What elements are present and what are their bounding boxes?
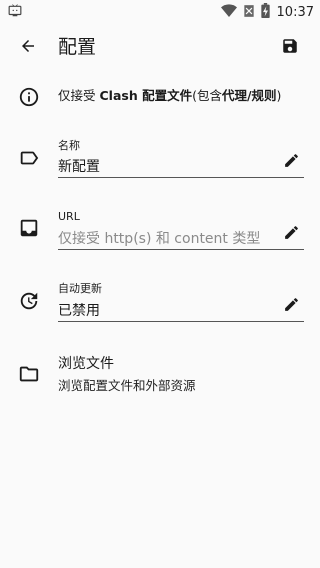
- edit-icon: [283, 152, 300, 173]
- auto-update-field-underline: [58, 321, 304, 322]
- info-bold-proxy-rules: 代理/规则: [221, 88, 277, 103]
- inbox-icon: [17, 216, 41, 240]
- label-icon: [17, 146, 41, 170]
- url-field-label: URL: [58, 210, 80, 223]
- edit-icon: [283, 224, 300, 245]
- folder-icon: [17, 362, 41, 386]
- save-icon: [281, 37, 299, 59]
- back-button[interactable]: [14, 34, 42, 62]
- wifi-icon: [220, 3, 237, 22]
- status-time: 10:37: [276, 4, 314, 20]
- save-button[interactable]: [276, 34, 304, 62]
- page-title: 配置: [58, 36, 97, 58]
- name-field-label: 名称: [58, 139, 80, 152]
- browse-files-subtitle: 浏览配置文件和外部资源: [58, 378, 196, 393]
- url-field-underline: [58, 249, 304, 250]
- status-bar: 10:37: [0, 0, 320, 24]
- info-bold-config: Clash 配置文件: [99, 88, 193, 103]
- name-field-value[interactable]: 新配置: [58, 157, 100, 177]
- info-text: 仅接受 Clash 配置文件(包含代理/规则): [58, 87, 281, 105]
- info-suffix: ): [276, 88, 282, 103]
- auto-update-edit-button[interactable]: [280, 295, 302, 317]
- url-edit-button[interactable]: [280, 223, 302, 245]
- app-bar: 配置: [0, 24, 320, 70]
- url-field-input[interactable]: 仅接受 http(s) 和 content 类型: [58, 229, 260, 249]
- update-icon: [17, 289, 41, 313]
- arrow-back-icon: [19, 37, 37, 59]
- name-edit-button[interactable]: [280, 151, 302, 173]
- auto-update-field-label: 自动更新: [58, 282, 102, 295]
- browse-files-title[interactable]: 浏览文件: [58, 354, 114, 374]
- info-icon: [17, 85, 41, 109]
- info-mid: (包含: [192, 88, 222, 103]
- info-prefix: 仅接受: [58, 88, 100, 103]
- no-sim-icon: [242, 3, 256, 22]
- edit-icon: [283, 296, 300, 317]
- auto-update-field-value[interactable]: 已禁用: [58, 301, 100, 321]
- name-field-underline: [58, 177, 304, 178]
- tv-icon: [8, 3, 22, 22]
- battery-charging-icon: [260, 2, 270, 22]
